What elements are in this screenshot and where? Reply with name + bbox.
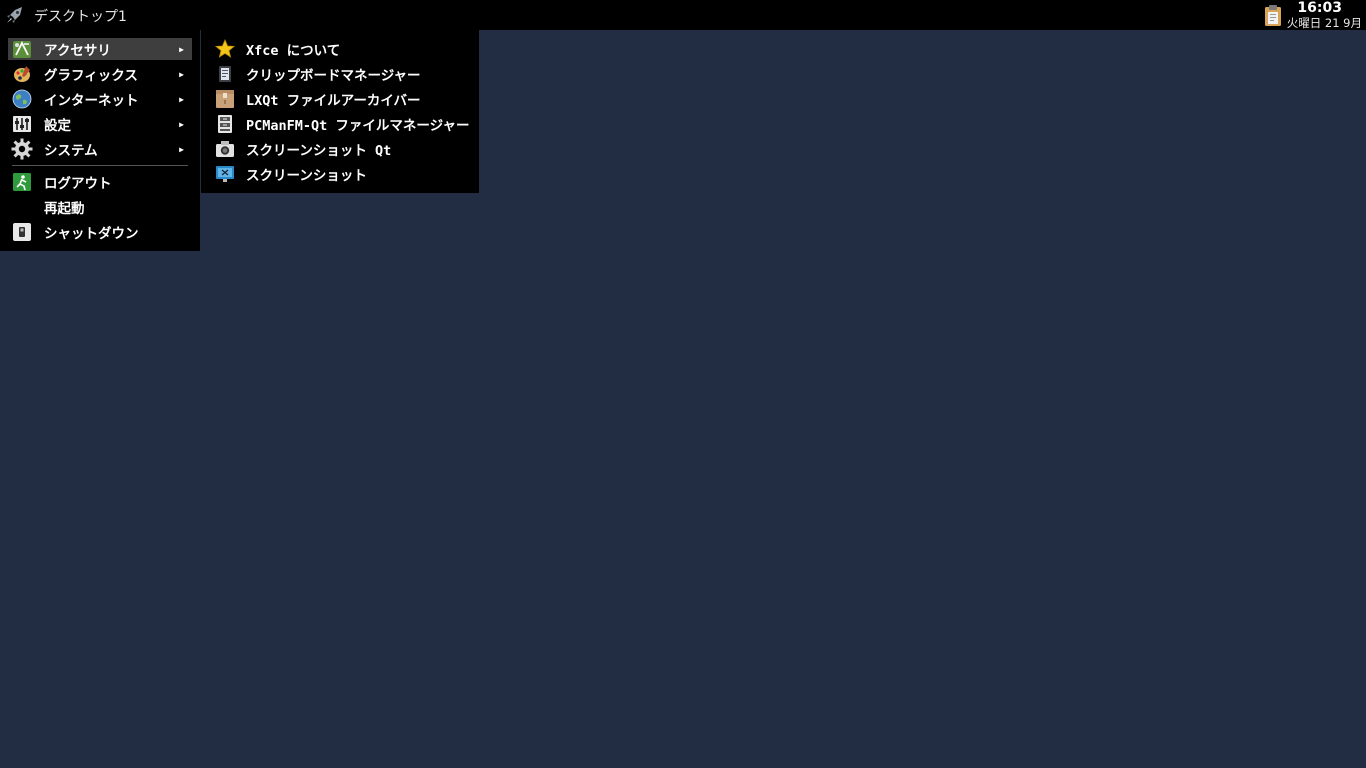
- submenu-arrow-icon: ▶: [179, 119, 184, 129]
- menu-item-shutdown[interactable]: シャットダウン: [8, 221, 192, 243]
- menu-item-label: シャットダウン: [44, 226, 139, 242]
- submenu-arrow-icon: ▶: [179, 44, 184, 54]
- system-gear-icon: [11, 138, 33, 160]
- rocket-icon: [7, 7, 22, 23]
- clock-date: 火曜日 21 9月: [1286, 16, 1362, 30]
- submenu-item-label: Xfce について: [246, 43, 341, 59]
- internet-globe-icon: [11, 88, 33, 110]
- submenu-item-pcmanfm-qt[interactable]: PCManFM-Qt ファイルマネージャー: [211, 113, 473, 135]
- submenu-item-clipboard-manager[interactable]: クリップボードマネージャー: [211, 63, 473, 85]
- submenu-item-about-xfce[interactable]: Xfce について: [211, 38, 473, 60]
- clipboard-manager-icon: [214, 63, 236, 85]
- menu-item-label: アクセサリ: [44, 43, 111, 59]
- star-icon: [214, 38, 236, 60]
- submenu-item-label: PCManFM-Qt ファイルマネージャー: [246, 118, 470, 134]
- monitor-screenshot-icon: [214, 163, 236, 185]
- clock-widget[interactable]: 16:03 火曜日 21 9月: [1280, 0, 1362, 30]
- submenu-arrow-icon: ▶: [179, 144, 184, 154]
- submenu-item-label: スクリーンショット: [246, 168, 367, 184]
- graphics-icon: [11, 63, 33, 85]
- camera-icon: [214, 138, 236, 160]
- app-launcher-button[interactable]: [4, 4, 26, 26]
- submenu-item-file-archiver[interactable]: LXQt ファイルアーカイバー: [211, 88, 473, 110]
- archive-box-icon: [214, 88, 236, 110]
- settings-icon: [11, 113, 33, 135]
- reboot-icon-placeholder: [11, 196, 33, 218]
- menu-item-reboot[interactable]: 再起動: [8, 196, 192, 218]
- menu-item-accessories[interactable]: アクセサリ ▶: [8, 38, 192, 60]
- menu-separator: [12, 165, 188, 166]
- menu-item-label: ログアウト: [44, 176, 112, 192]
- menu-item-label: 設定: [44, 118, 71, 134]
- submenu-item-label: LXQt ファイルアーカイバー: [246, 93, 421, 109]
- file-cabinet-icon: [214, 113, 236, 135]
- menu-item-label: インターネット: [44, 93, 139, 109]
- menu-item-internet[interactable]: インターネット ▶: [8, 88, 192, 110]
- menu-item-label: システム: [44, 143, 98, 159]
- shutdown-icon: [11, 221, 33, 243]
- menu-item-system[interactable]: システム ▶: [8, 138, 192, 160]
- submenu-item-screenshot[interactable]: スクリーンショット: [211, 163, 473, 185]
- menu-item-label: 再起動: [44, 201, 85, 217]
- menu-item-settings[interactable]: 設定 ▶: [8, 113, 192, 135]
- submenu-arrow-icon: ▶: [179, 94, 184, 104]
- submenu-arrow-icon: ▶: [179, 69, 184, 79]
- clock-time: 16:03: [1297, 0, 1342, 16]
- submenu-item-label: クリップボードマネージャー: [246, 68, 421, 84]
- desktop-switcher-label[interactable]: デスクトップ1: [34, 6, 127, 26]
- logout-icon: [11, 171, 33, 193]
- accessories-icon: [11, 38, 33, 60]
- application-menu: アクセサリ ▶ グラフィックス ▶ インターネット ▶ 設定 ▶ システム ▶ …: [0, 30, 200, 251]
- submenu-item-label: スクリーンショット Qt: [246, 143, 392, 159]
- menu-item-label: グラフィックス: [44, 68, 138, 84]
- submenu-item-screenshot-qt[interactable]: スクリーンショット Qt: [211, 138, 473, 160]
- accessories-submenu: Xfce について クリップボードマネージャー LXQt ファイルアーカイバー: [201, 30, 479, 193]
- top-panel: デスクトップ1 16:03 火曜日 21 9月: [0, 0, 1366, 30]
- menu-item-graphics[interactable]: グラフィックス ▶: [8, 63, 192, 85]
- menu-item-logout[interactable]: ログアウト: [8, 171, 192, 193]
